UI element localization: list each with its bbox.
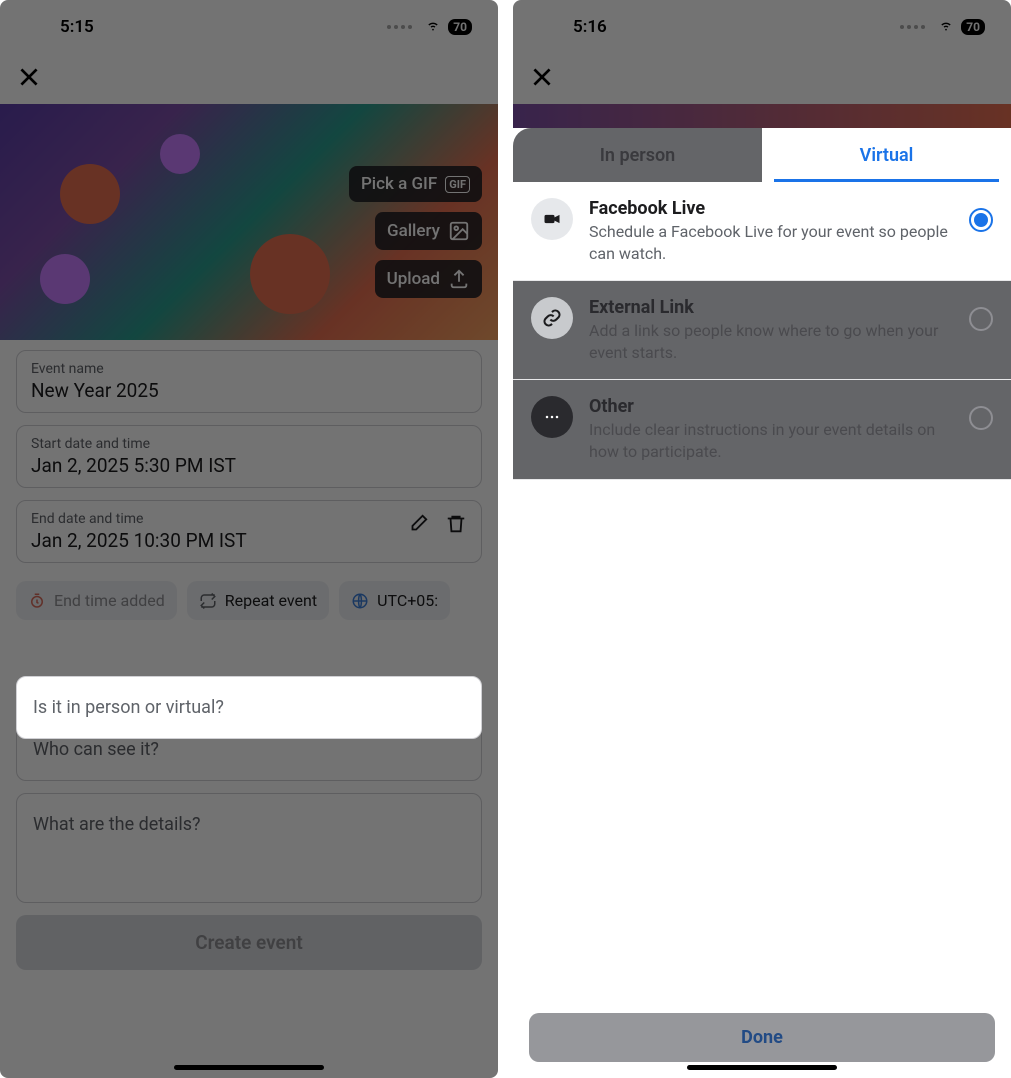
wifi-icon [424,17,442,37]
home-indicator [687,1065,837,1070]
gallery-button[interactable]: Gallery [375,212,482,250]
option-desc: Add a link so people know where to go wh… [589,320,953,363]
location-type-field[interactable]: Is it in person or virtual? [16,676,482,739]
option-facebook-live[interactable]: Facebook Live Schedule a Facebook Live f… [513,182,1011,281]
cover-image: Pick a GIF GIF Gallery Upload [0,104,498,340]
chip-timezone[interactable]: UTC+05: [339,581,450,620]
create-event-button[interactable]: Create event [16,915,482,970]
phone-left: 5:15 70 Pick a GIF GIF [0,0,498,1078]
repeat-icon [199,592,217,610]
globe-icon [351,592,369,610]
end-date-field[interactable]: End date and time Jan 2, 2025 10:30 PM I… [16,500,482,563]
option-external-link[interactable]: External Link Add a link so people know … [513,281,1011,380]
more-icon [531,396,573,438]
start-date-field[interactable]: Start date and time Jan 2, 2025 5:30 PM … [16,425,482,488]
event-name-field[interactable]: Event name New Year 2025 [16,350,482,413]
chip-repeat-event[interactable]: Repeat event [187,581,329,620]
battery-badge: 70 [448,19,472,35]
home-indicator [174,1065,324,1070]
chip-row: End time added Repeat event UTC+05: [16,575,482,634]
edit-icon[interactable] [407,513,429,535]
start-date-label: Start date and time [31,436,467,452]
delete-icon[interactable] [445,513,467,535]
clock-icon [28,592,46,610]
option-desc: Include clear instructions in your event… [589,419,953,462]
radio-unselected[interactable] [969,406,993,430]
radio-selected[interactable] [969,208,993,232]
event-name-value: New Year 2025 [31,379,467,402]
status-time: 5:15 [60,17,94,37]
close-icon[interactable] [16,64,42,94]
chip-end-time-added[interactable]: End time added [16,581,177,620]
tabs: In person Virtual [513,128,1011,182]
gif-icon: GIF [445,176,470,193]
status-dots [387,25,412,29]
start-date-value: Jan 2, 2025 5:30 PM IST [31,454,467,477]
option-title: Other [589,396,953,417]
phone-right: 5:16 70 In person Virtual [513,0,1011,1078]
pick-gif-label: Pick a GIF [361,174,437,194]
done-button[interactable]: Done [529,1013,995,1062]
tab-in-person[interactable]: In person [513,128,762,182]
upload-icon [448,268,470,290]
option-other[interactable]: Other Include clear instructions in your… [513,380,1011,479]
details-field[interactable]: What are the details? [16,793,482,903]
event-name-label: Event name [31,361,467,377]
status-bar: 5:15 70 [0,0,498,54]
upload-button[interactable]: Upload [375,260,482,298]
location-sheet: In person Virtual Facebook Live Schedule… [513,128,1011,1078]
option-title: Facebook Live [589,198,953,219]
upload-label: Upload [387,269,440,289]
radio-unselected[interactable] [969,307,993,331]
gallery-label: Gallery [387,221,440,241]
end-date-value: Jan 2, 2025 10:30 PM IST [31,529,247,552]
option-title: External Link [589,297,953,318]
link-icon [531,297,573,339]
option-desc: Schedule a Facebook Live for your event … [589,221,953,264]
image-icon [448,220,470,242]
tab-virtual[interactable]: Virtual [762,128,1011,182]
end-date-label: End date and time [31,511,247,527]
nav-header [0,54,498,104]
video-icon [531,198,573,240]
pick-gif-button[interactable]: Pick a GIF GIF [349,166,482,202]
